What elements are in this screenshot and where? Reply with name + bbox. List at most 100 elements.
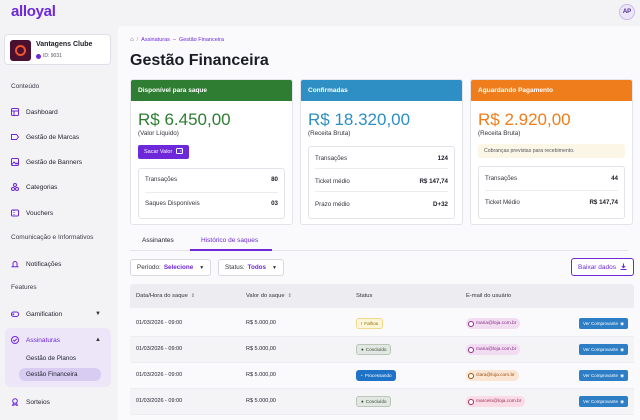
award-icon [11,398,19,406]
card-disponivel: Disponível para saque R$ 6.450,00 (Valor… [130,79,293,225]
card-aguardando: Aguardando Pagamento R$ 2.920,00 (Receit… [470,79,633,225]
club-name: Vantagens Clube [36,41,93,48]
breadcrumb-assinaturas[interactable]: Assinaturas [141,37,170,43]
sidebar-item-categorias[interactable]: Categorias [11,180,111,194]
gamepad-icon [11,310,19,318]
sidebar-item-dashboard[interactable]: Dashboard [11,105,111,119]
card-aguardando-notice: Cobranças previstas para recebimento. [478,144,625,158]
status-badge: ● Concluído [356,344,392,355]
bell-icon [11,260,19,268]
ver-comprovante-button[interactable]: Ver Comprovante ◉ [579,344,628,355]
sacar-valor-button[interactable]: Sacar Valor [138,145,190,159]
col-header-valor[interactable]: Valor do saque ⇕ [246,293,292,299]
sort-icon: ⇕ [287,293,292,299]
user-icon [468,320,474,327]
stat-row: Transações 124 [315,155,448,162]
email-chip: clara@loja.com.br [466,370,519,381]
col-header-status: Status [356,293,373,299]
card-confirmadas-title: Confirmadas [301,80,462,101]
tag-icon [11,133,19,141]
breadcrumb-financeira: Gestão Financeira [178,37,224,43]
status-badge: ! Falhou [356,318,384,329]
stat-row: Ticket Médio R$ 147,74 [485,199,618,206]
home-icon[interactable]: ⌂ [130,37,134,43]
user-avatar[interactable]: AP [619,4,635,20]
stat-row: Transações 80 [145,176,278,183]
table-row: 01/03/2026 - 09:00 R$ 5.000,00 ● Concluíd… [130,337,634,363]
table-row: 01/03/2026 - 09:00 R$ 5.000,00 ● Concluíd… [130,389,634,415]
voucher-icon [11,209,19,217]
card-aguardando-title: Aguardando Pagamento [471,80,632,101]
stat-row: Prazo médio D+32 [315,201,448,208]
sidebar-item-vouchers[interactable]: Vouchers [11,206,111,220]
status-badge: ◔ Processando [356,370,396,381]
top-bar: alloyal AP [0,0,640,26]
sidebar-subitem-planos[interactable]: Gestão de Planos [26,355,76,362]
eye-icon: ◉ [620,320,624,326]
categories-icon [11,183,19,191]
eye-icon: ◉ [620,372,624,378]
club-id: ID: 9031 [36,53,62,59]
tabs: Assinantes Histórico de saques [130,231,628,251]
app-logo[interactable]: alloyal [11,3,56,20]
section-comunicacao: Comunicação e Informativos [11,234,94,241]
email-chip: maria@loja.com.br [466,318,521,329]
eye-icon: ◉ [620,346,624,352]
chevron-up-icon: ▲ [95,337,101,343]
sidebar-item-notificacoes[interactable]: Notificações [11,257,111,271]
sidebar-subitem-financeira[interactable]: Gestão Financeira [26,371,77,378]
check-icon: ● [361,399,364,404]
check-icon: ● [361,347,364,352]
col-header-data[interactable]: Data/Hora do saque ⇕ [136,293,195,299]
sidebar-item-gamification[interactable]: Gamification ▼ [11,307,111,321]
clock-icon: ◔ [360,373,363,378]
filter-periodo[interactable]: Período: Selecione ▼ [130,259,212,276]
chevron-down-icon: ▼ [272,264,277,271]
wallet-icon [176,148,184,156]
sidebar-item-marcas[interactable]: Gestão de Marcas [11,130,111,144]
card-disponivel-sub: (Valor Líquido) [138,130,179,137]
sidebar-item-sorteios[interactable]: Sorteios [11,395,111,409]
image-icon [11,158,19,166]
filter-status[interactable]: Status: Todos ▼ [218,259,284,276]
tab-assinantes[interactable]: Assinantes [142,237,174,244]
breadcrumb: ⌂ / Assinaturas – Gestão Financeira [130,37,224,43]
club-selector[interactable]: Vantagens Clube ID: 9031 [4,34,111,65]
eye-icon: ◉ [620,398,624,404]
active-tab-indicator [190,249,272,251]
email-chip: maria@loja.com.br [466,344,521,355]
section-features: Features [11,284,37,291]
stat-row: Saques Disponíveis 03 [145,200,278,207]
stat-row: Transações 44 [485,175,618,182]
sidebar: Vantagens Clube ID: 9031 Conteúdo Dashbo… [0,26,118,420]
email-chip: marcelo@loja.com.br [466,396,526,407]
ver-comprovante-button[interactable]: Ver Comprovante ◉ [579,370,628,381]
table-row: 01/03/2026 - 09:00 R$ 5.000,00 ◔ Processa… [130,363,634,389]
card-aguardando-stats [478,166,625,219]
download-icon [620,263,627,272]
sidebar-item-banners[interactable]: Gestão de Banners [11,155,111,169]
page-title: Gestão Financeira [130,52,269,69]
chevron-down-icon: ▼ [199,264,205,271]
main-content: ⌂ / Assinaturas – Gestão Financeira Gest… [118,26,640,420]
card-confirmadas-amount: R$ 18.320,00 [308,110,411,129]
col-header-email: E-mail do usuário [466,293,512,299]
status-badge: ● Concluído [356,396,392,407]
stat-row: Ticket médio R$ 147,74 [315,178,448,185]
ver-comprovante-button[interactable]: Ver Comprovante ◉ [579,396,628,407]
section-conteudo: Conteúdo [11,83,40,90]
card-confirmadas-sub: (Receita Bruta) [308,130,351,137]
card-disponivel-title: Disponível para saque [131,80,292,101]
download-button[interactable]: Baixar dados [571,258,634,276]
card-aguardando-amount: R$ 2.920,00 [478,110,571,129]
ver-comprovante-button[interactable]: Ver Comprovante ◉ [579,318,628,329]
dashboard-icon [11,108,19,116]
sidebar-item-assinaturas[interactable]: Assinaturas ▲ [11,333,111,347]
user-icon [468,346,474,353]
user-icon [468,398,474,405]
tab-historico-saques[interactable]: Histórico de saques [201,237,258,244]
card-confirmadas: Confirmadas R$ 18.320,00 (Receita Bruta)… [300,79,463,225]
check-circle-icon [11,336,19,344]
id-icon [36,53,41,59]
card-aguardando-sub: (Receita Bruta) [478,130,521,137]
